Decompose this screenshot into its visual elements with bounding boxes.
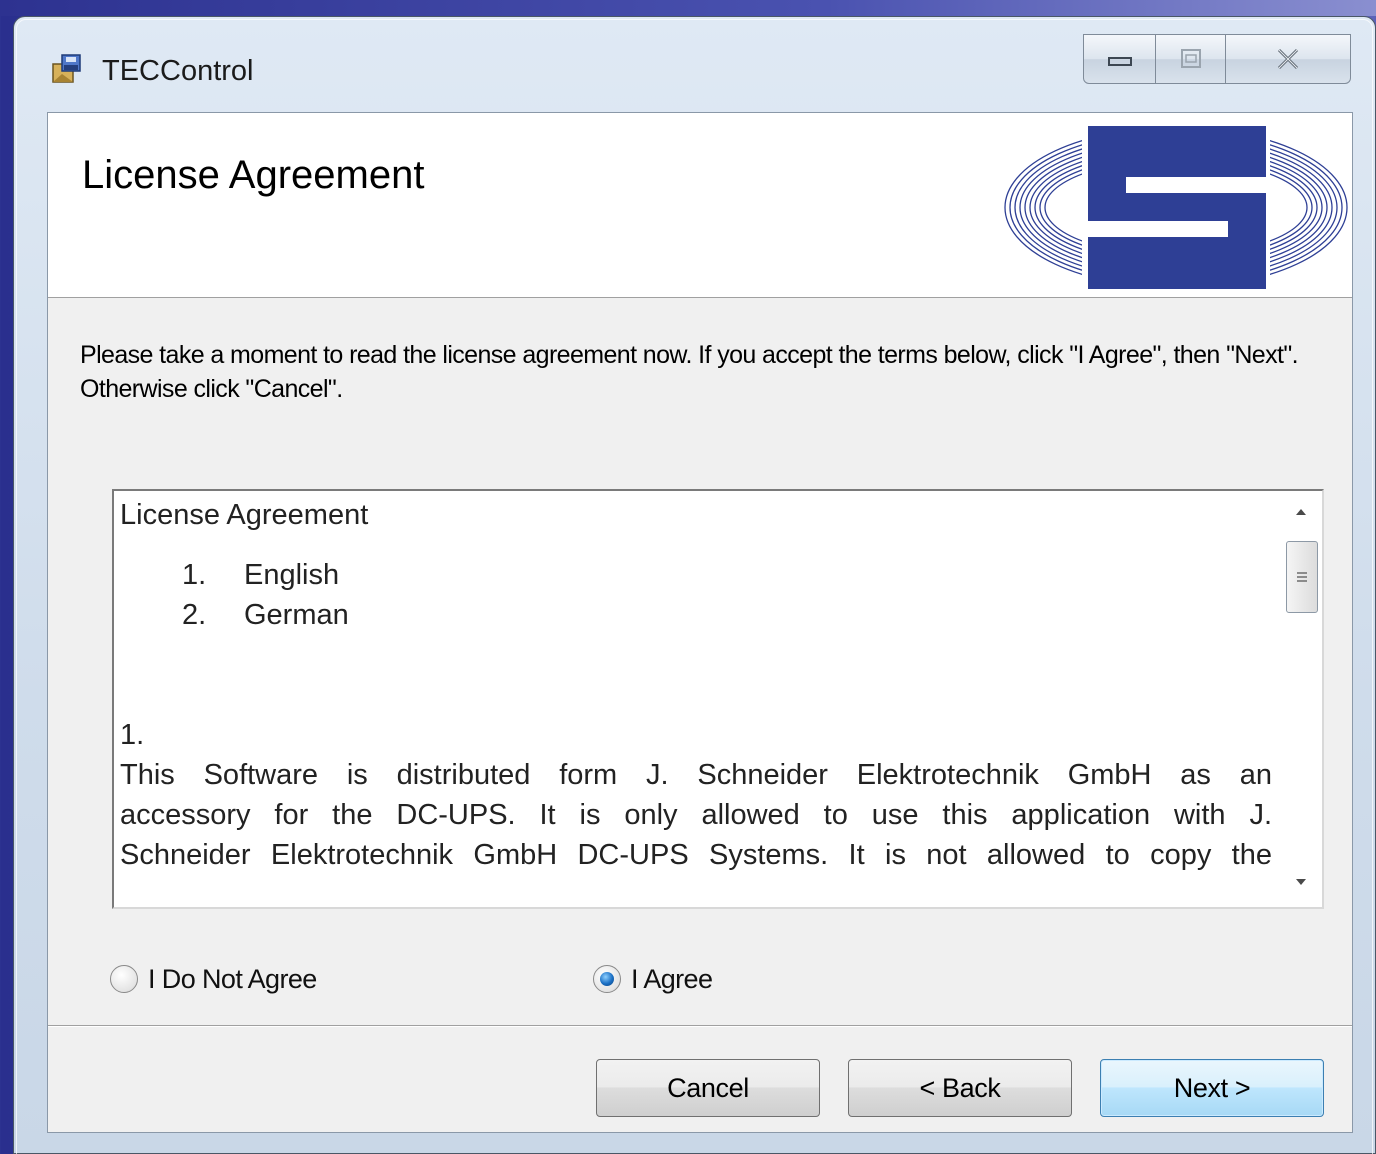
section-number: 1. <box>120 719 145 751</box>
scroll-down-button[interactable] <box>1288 869 1314 895</box>
minimize-button[interactable] <box>1083 34 1156 84</box>
desktop-background <box>0 0 1376 16</box>
scroll-up-button[interactable] <box>1288 499 1314 525</box>
license-paragraph-line: This Software is distributed form J. Sch… <box>120 759 1272 791</box>
agree-radio[interactable]: I Agree <box>593 961 713 997</box>
list-item-number: 1. <box>182 559 207 591</box>
installer-window: TECControl License Agreement Please take… <box>13 16 1376 1154</box>
disagree-radio-button[interactable] <box>110 965 138 993</box>
installer-icon <box>50 52 84 86</box>
arrow-up-icon <box>1296 509 1306 515</box>
arrow-down-icon <box>1296 879 1306 885</box>
window-title: TECControl <box>102 55 254 87</box>
agree-radio-label[interactable]: I Agree <box>631 964 713 995</box>
license-heading: License Agreement <box>120 499 369 531</box>
license-paragraph-line: Schneider Elektrotechnik GmbH DC-UPS Sys… <box>120 839 1272 871</box>
list-item: 2. German <box>182 595 1272 635</box>
list-item-number: 2. <box>182 599 207 631</box>
license-content: License Agreement 1. English 2. German 1… <box>120 495 1272 875</box>
agree-radio-button[interactable] <box>593 965 621 993</box>
grip-icon <box>1297 572 1307 582</box>
header-banner: License Agreement <box>48 113 1352 298</box>
caption-buttons <box>1083 34 1351 84</box>
language-list: 1. English 2. German <box>182 555 1272 635</box>
scroll-thumb[interactable] <box>1286 541 1318 613</box>
back-button[interactable]: < Back <box>848 1059 1072 1117</box>
close-button[interactable] <box>1226 34 1351 84</box>
disagree-radio-label[interactable]: I Do Not Agree <box>148 964 317 995</box>
maximize-icon <box>1180 49 1201 68</box>
list-item-label: German <box>244 599 349 631</box>
cancel-button[interactable]: Cancel <box>596 1059 820 1117</box>
company-logo <box>1004 126 1348 289</box>
license-textbox[interactable]: License Agreement 1. English 2. German 1… <box>112 489 1324 909</box>
close-icon <box>1277 48 1299 70</box>
list-item-label: English <box>244 559 340 591</box>
license-paragraph-line: accessory for the DC-UPS. It is only all… <box>120 799 1272 831</box>
radio-selected-dot <box>600 972 614 986</box>
maximize-button[interactable] <box>1156 34 1226 84</box>
dialog-client-area: License Agreement Please take a moment t… <box>47 112 1353 1133</box>
page-title: License Agreement <box>82 153 425 197</box>
minimize-icon <box>1107 57 1132 66</box>
footer-separator <box>48 1025 1352 1027</box>
list-item: 1. English <box>182 555 1272 595</box>
instructions-text: Please take a moment to read the license… <box>80 341 1299 403</box>
license-scrollbar[interactable] <box>1280 491 1322 907</box>
disagree-radio[interactable]: I Do Not Agree <box>110 961 317 997</box>
next-button[interactable]: Next > <box>1100 1059 1324 1117</box>
